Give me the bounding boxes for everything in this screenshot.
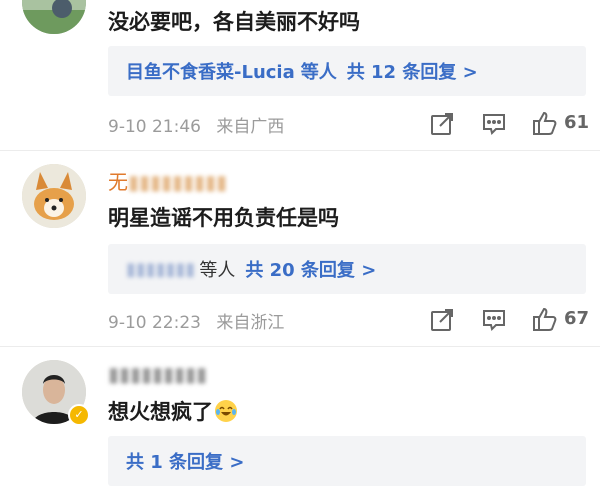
verified-badge-icon: ✓ (68, 404, 90, 426)
username[interactable]: 无▮▮▮▮▮▮▮▮▮ (108, 166, 227, 195)
comment-meta: 9-10 22:23 来自浙江 (108, 308, 284, 333)
reply-users-suffix: 等人 (300, 62, 337, 83)
comment-meta: 9-10 21:46 来自广西 (108, 112, 284, 137)
laughing-crying-emoji (215, 400, 237, 422)
reply-count[interactable]: 共 12 条回复 > (347, 58, 478, 84)
comment-3: ✓ ▮▮▮▮▮▮▮▮▮ 想火想疯了 共 1 条回复 > (0, 346, 600, 486)
timestamp: 9-10 22:23 (108, 313, 201, 333)
reply-count[interactable]: 共 20 条回复 > (245, 256, 376, 282)
reply-users-redacted: ▮▮▮▮▮▮▮ (126, 258, 196, 280)
share-icon[interactable] (428, 306, 456, 334)
comment-1: 没必要吧，各自美丽不好吗 目鱼不食香菜-Lucia 等人 共 12 条回复 > … (0, 0, 600, 150)
replies-box[interactable]: 目鱼不食香菜-Lucia 等人 共 12 条回复 > (108, 46, 586, 96)
username-text: 无 (108, 170, 128, 194)
comment-text: 明星造谣不用负责任是吗 (108, 206, 339, 230)
comment-icon[interactable] (480, 110, 508, 138)
like-count: 61 (564, 112, 590, 133)
reply-users-suffix: 等人 (199, 260, 236, 281)
avatar[interactable] (22, 164, 86, 228)
thumbs-up-icon[interactable] (530, 109, 558, 137)
reply-count[interactable]: 共 1 条回复 > (126, 448, 244, 474)
avatar-image (22, 0, 86, 34)
reply-users[interactable]: 目鱼不食香菜-Lucia (126, 58, 295, 84)
comment-text: 想火想疯了 (108, 396, 237, 426)
replies-box[interactable]: ▮▮▮▮▮▮▮ 等人 共 20 条回复 > (108, 244, 586, 294)
comment-icon[interactable] (480, 306, 508, 334)
like-count: 67 (564, 308, 590, 329)
avatar-image (22, 164, 86, 228)
location: 来自浙江 (216, 313, 285, 333)
location: 来自广西 (216, 117, 285, 137)
thumbs-up-icon[interactable] (530, 305, 558, 333)
replies-box[interactable]: 共 1 条回复 > (108, 436, 586, 486)
username[interactable]: ▮▮▮▮▮▮▮▮▮ (108, 362, 207, 386)
comment-text-content: 想火想疯了 (108, 400, 213, 424)
comment-text: 没必要吧，各自美丽不好吗 (108, 10, 360, 34)
share-icon[interactable] (428, 110, 456, 138)
timestamp: 9-10 21:46 (108, 117, 201, 137)
comment-2: 无▮▮▮▮▮▮▮▮▮ 明星造谣不用负责任是吗 ▮▮▮▮▮▮▮ 等人 共 20 条… (0, 150, 600, 346)
avatar[interactable] (22, 0, 86, 34)
username-redacted: ▮▮▮▮▮▮▮▮▮ (108, 362, 208, 386)
username-redacted: ▮▮▮▮▮▮▮▮▮ (128, 170, 228, 194)
